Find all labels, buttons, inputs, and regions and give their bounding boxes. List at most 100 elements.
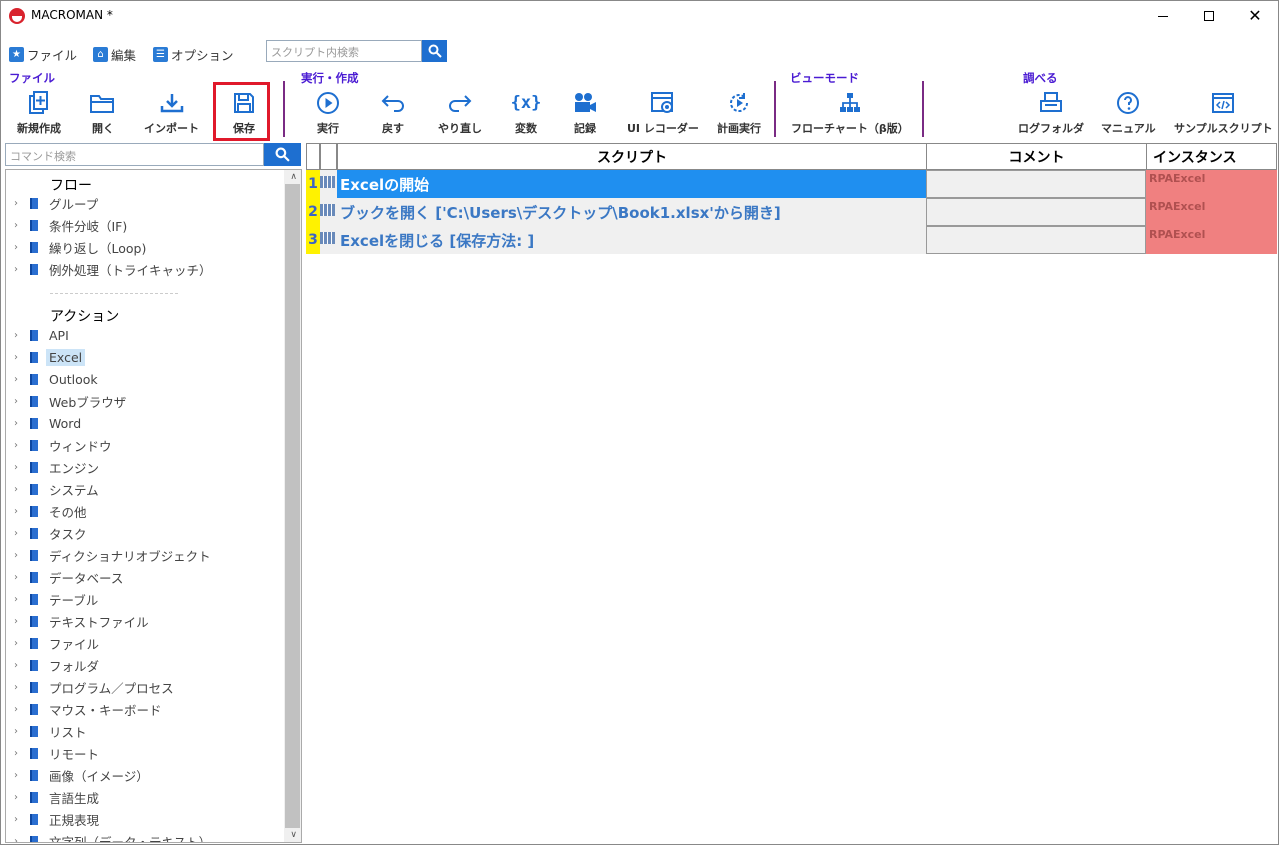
instance-cell[interactable]: RPAExcel — [1146, 170, 1277, 198]
variables-button[interactable]: {x} 変数 — [510, 89, 542, 136]
comment-column-header[interactable]: コメント — [926, 143, 1147, 170]
tree-item[interactable]: › プログラム／プロセス — [14, 677, 177, 697]
chevron-right-icon[interactable]: › — [14, 594, 30, 605]
command-search-button[interactable] — [264, 143, 301, 166]
tree-item[interactable]: › データベース — [14, 567, 126, 587]
tree-scrollbar[interactable]: ∧ ∨ — [284, 170, 301, 842]
comment-cell[interactable] — [926, 226, 1146, 254]
tree-item[interactable]: › ウィンドウ — [14, 435, 115, 455]
tree-item[interactable]: › エンジン — [14, 457, 102, 477]
tree-item[interactable]: › Excel — [14, 347, 86, 367]
chevron-right-icon[interactable]: › — [14, 726, 30, 737]
close-button[interactable]: ✕ — [1232, 1, 1278, 31]
chevron-right-icon[interactable]: › — [14, 704, 30, 715]
menu-file[interactable]: ★ ファイル — [9, 45, 77, 64]
chevron-right-icon[interactable]: › — [14, 506, 30, 517]
undo-button[interactable]: 戻す — [377, 89, 409, 136]
script-column-header[interactable]: スクリプト — [337, 143, 927, 170]
chevron-right-icon[interactable]: › — [14, 682, 30, 693]
script-cell[interactable]: Excelの開始 — [337, 170, 927, 198]
chevron-right-icon[interactable]: › — [14, 836, 30, 843]
chevron-right-icon[interactable]: › — [14, 616, 30, 627]
import-button[interactable]: インポート — [144, 89, 199, 136]
chevron-right-icon[interactable]: › — [14, 440, 30, 451]
comment-cell[interactable] — [926, 198, 1146, 226]
menu-options[interactable]: ☰ オプション — [153, 45, 234, 64]
tree-item[interactable]: › API — [14, 325, 72, 345]
chevron-right-icon[interactable]: › — [14, 352, 30, 363]
tree-item[interactable]: › グループ — [14, 193, 101, 213]
tree-scroll-thumb[interactable] — [285, 184, 300, 828]
instance-column-header[interactable]: インスタンス — [1146, 143, 1277, 170]
tree-item[interactable]: › システム — [14, 479, 102, 499]
tree-item[interactable]: › Webブラウザ — [14, 391, 129, 411]
instance-cell[interactable]: RPAExcel — [1146, 198, 1277, 226]
minimize-button[interactable] — [1140, 1, 1186, 31]
row-number[interactable]: 1 — [306, 170, 320, 198]
script-cell[interactable]: Excelを閉じる [保存方法: ] — [337, 226, 927, 254]
chevron-right-icon[interactable]: › — [14, 242, 30, 253]
chevron-right-icon[interactable]: › — [14, 528, 30, 539]
tree-item[interactable]: › テキストファイル — [14, 611, 152, 631]
tree-item[interactable]: › ディクショナリオブジェクト — [14, 545, 214, 565]
tree-item[interactable]: › 正規表現 — [14, 809, 102, 829]
chevron-right-icon[interactable]: › — [14, 396, 30, 407]
tree-item[interactable]: › リモート — [14, 743, 102, 763]
tree-item[interactable]: › マウス・キーボード — [14, 699, 165, 719]
open-button[interactable]: 開く — [87, 89, 119, 136]
row-number[interactable]: 2 — [306, 198, 320, 226]
chevron-right-icon[interactable]: › — [14, 660, 30, 671]
chevron-right-icon[interactable]: › — [14, 198, 30, 209]
tree-item[interactable]: › リスト — [14, 721, 90, 741]
tree-item[interactable]: › その他 — [14, 501, 90, 521]
chevron-right-icon[interactable]: › — [14, 814, 30, 825]
chevron-right-icon[interactable]: › — [14, 330, 30, 341]
scheduled-run-button[interactable]: 計画実行 — [717, 89, 761, 136]
script-grid[interactable]: スクリプト コメント インスタンス 1 Excelの開始 RPAExcel 2 ブックを… — [306, 143, 1277, 843]
chevron-right-icon[interactable]: › — [14, 550, 30, 561]
script-search-button[interactable] — [422, 40, 447, 62]
command-search-input[interactable]: コマンド検索 — [5, 143, 264, 166]
chevron-right-icon[interactable]: › — [14, 572, 30, 583]
tree-item[interactable]: › Word — [14, 413, 84, 433]
manual-button[interactable]: マニュアル — [1101, 89, 1156, 136]
chevron-right-icon[interactable]: › — [14, 462, 30, 473]
tree-item[interactable]: › Outlook — [14, 369, 101, 389]
comment-cell[interactable] — [926, 170, 1146, 198]
tree-item[interactable]: › 例外処理（トライキャッチ） — [14, 259, 215, 279]
chevron-right-icon[interactable]: › — [14, 638, 30, 649]
tree-item[interactable]: › 言語生成 — [14, 787, 102, 807]
flowchart-button[interactable]: フローチャート（β版） — [791, 89, 909, 136]
maximize-button[interactable] — [1186, 1, 1232, 31]
tree-item[interactable]: › 画像（イメージ） — [14, 765, 152, 785]
tree-item[interactable]: › テーブル — [14, 589, 101, 609]
ui-recorder-button[interactable]: UI レコーダー — [627, 89, 699, 136]
command-tree[interactable]: フロー アクション ∧ ∨ › グループ › 条件分岐（IF) › 繰り返し（Loop) ›… — [5, 169, 302, 843]
chevron-right-icon[interactable]: › — [14, 220, 30, 231]
chevron-right-icon[interactable]: › — [14, 418, 30, 429]
script-cell[interactable]: ブックを開く ['C:\Users\デスクトップ\Book1.xlsx'から開き… — [337, 198, 927, 226]
tree-item[interactable]: › タスク — [14, 523, 90, 543]
chevron-right-icon[interactable]: › — [14, 264, 30, 275]
chevron-right-icon[interactable]: › — [14, 484, 30, 495]
tree-item[interactable]: › フォルダ — [14, 655, 102, 675]
scroll-up-icon[interactable]: ∧ — [290, 172, 297, 182]
chevron-right-icon[interactable]: › — [14, 792, 30, 803]
script-search-input[interactable]: スクリプト内検索 — [266, 40, 422, 62]
log-folder-button[interactable]: ログフォルダ — [1018, 89, 1084, 136]
tree-item[interactable]: › 繰り返し（Loop) — [14, 237, 149, 257]
tree-item[interactable]: › 文字列（データ・テキスト） — [14, 831, 214, 843]
chevron-right-icon[interactable]: › — [14, 748, 30, 759]
menu-edit[interactable]: ⌂ 編集 — [93, 45, 136, 64]
new-button[interactable]: 新規作成 — [17, 89, 61, 136]
run-button[interactable]: 実行 — [312, 89, 344, 136]
chevron-right-icon[interactable]: › — [14, 770, 30, 781]
row-number[interactable]: 3 — [306, 226, 320, 254]
record-button[interactable]: 記録 — [569, 89, 601, 136]
redo-button[interactable]: やり直し — [438, 89, 482, 136]
scroll-down-icon[interactable]: ∨ — [290, 830, 297, 840]
instance-cell[interactable]: RPAExcel — [1146, 226, 1277, 254]
chevron-right-icon[interactable]: › — [14, 374, 30, 385]
tree-item[interactable]: › 条件分岐（IF) — [14, 215, 130, 235]
sample-scripts-button[interactable]: サンプルスクリプト — [1174, 89, 1273, 136]
